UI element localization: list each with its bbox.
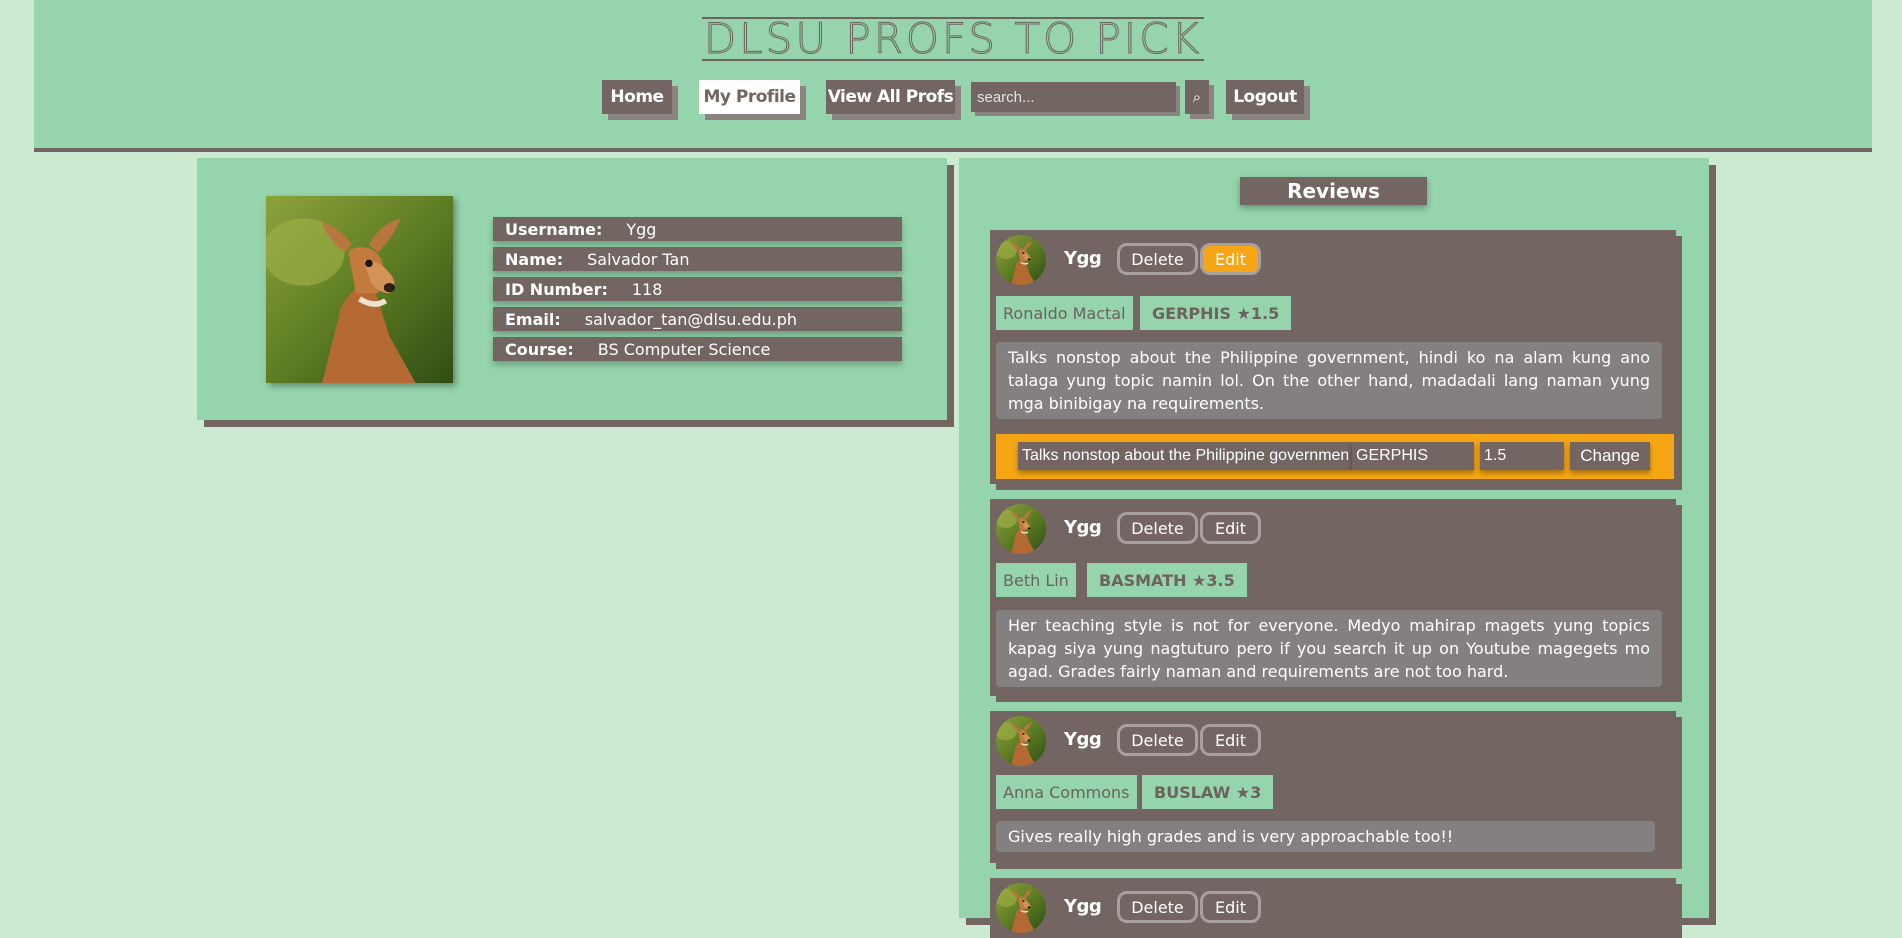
- course-rating-tag: GERPHIS ★1.5: [1140, 296, 1292, 330]
- edit-review-button[interactable]: Edit: [1200, 724, 1261, 756]
- delete-review-button[interactable]: Delete: [1117, 891, 1198, 923]
- professor-tag[interactable]: Anna Commons: [996, 775, 1137, 809]
- profile-username-row: Username: Ygg: [493, 217, 902, 241]
- review-text: Gives really high grades and is very app…: [996, 821, 1655, 852]
- review-card: Ygg Delete Edit Anna Commons BUSLAW ★3 G…: [990, 711, 1676, 863]
- edit-review-button[interactable]: Edit: [1200, 891, 1261, 923]
- course-label: Course:: [505, 339, 574, 359]
- edit-review-form: Change: [996, 434, 1674, 479]
- email-label: Email:: [505, 309, 561, 329]
- reviewer-username: Ygg: [1064, 896, 1102, 917]
- edit-review-button[interactable]: Edit: [1200, 243, 1261, 275]
- professor-tag[interactable]: Beth Lin: [996, 563, 1076, 597]
- delete-review-button[interactable]: Delete: [1117, 512, 1198, 544]
- site-title: DLSU PROFS TO PICK: [34, 14, 1872, 63]
- review-text: Talks nonstop about the Philippine gover…: [996, 342, 1662, 419]
- reviewer-avatar: [996, 235, 1046, 285]
- delete-review-button[interactable]: Delete: [1117, 724, 1198, 756]
- username-label: Username:: [505, 219, 603, 239]
- search-icon: ⌕: [1192, 88, 1202, 106]
- email-value: salvador_tan@dlsu.edu.ph: [584, 309, 798, 329]
- reviews-title: Reviews: [1240, 177, 1427, 205]
- reviewer-avatar: [996, 883, 1046, 933]
- search-input[interactable]: [971, 82, 1176, 112]
- profile-card: Username: Ygg Name: Salvador Tan ID Numb…: [197, 158, 947, 420]
- name-value: Salvador Tan: [587, 249, 690, 269]
- reviewer-username: Ygg: [1064, 729, 1102, 750]
- main-nav: Home My Profile View All Profs ⌕ Logout: [34, 80, 1872, 116]
- change-button[interactable]: Change: [1570, 442, 1650, 470]
- course-value: BS Computer Science: [597, 339, 771, 359]
- nav-my-profile-button[interactable]: My Profile: [699, 80, 800, 114]
- review-card: Ygg Delete Edit Ronaldo Mactal GERPHIS ★…: [990, 230, 1676, 484]
- professor-tag[interactable]: Ronaldo Mactal: [996, 296, 1133, 330]
- logout-button[interactable]: Logout: [1226, 80, 1304, 114]
- reviewer-username: Ygg: [1064, 248, 1102, 269]
- id-number-label: ID Number:: [505, 279, 608, 299]
- reviews-panel: Reviews Ygg Delete Edit Ronaldo Mactal G…: [959, 158, 1709, 938]
- reviewer-username: Ygg: [1064, 517, 1102, 538]
- reviewer-avatar: [996, 716, 1046, 766]
- review-text: Her teaching style is not for everyone. …: [996, 610, 1662, 687]
- profile-avatar: [266, 196, 453, 383]
- profile-course-row: Course: BS Computer Science: [493, 337, 902, 361]
- site-header: DLSU PROFS TO PICK Home My Profile View …: [34, 0, 1872, 152]
- profile-email-row: Email: salvador_tan@dlsu.edu.ph: [493, 307, 902, 331]
- id-number-value: 118: [631, 279, 663, 299]
- edit-review-text-input[interactable]: [1018, 442, 1352, 470]
- course-rating-tag: BUSLAW ★3: [1142, 775, 1274, 809]
- delete-review-button[interactable]: Delete: [1117, 243, 1198, 275]
- username-value: Ygg: [626, 219, 657, 239]
- course-rating-tag: BASMATH ★3.5: [1087, 563, 1247, 597]
- edit-review-button[interactable]: Edit: [1200, 512, 1261, 544]
- review-card: Ygg Delete Edit: [990, 878, 1676, 938]
- reviewer-avatar: [996, 504, 1046, 554]
- profile-id-row: ID Number: 118: [493, 277, 902, 301]
- nav-view-all-profs-button[interactable]: View All Profs: [826, 80, 955, 114]
- review-card: Ygg Delete Edit Beth Lin BASMATH ★3.5 He…: [990, 499, 1676, 696]
- site-title-text: DLSU PROFS TO PICK: [701, 14, 1205, 63]
- edit-rating-input[interactable]: [1480, 442, 1564, 470]
- nav-home-button[interactable]: Home: [602, 80, 672, 114]
- name-label: Name:: [505, 249, 564, 269]
- edit-course-input[interactable]: [1352, 442, 1474, 470]
- profile-name-row: Name: Salvador Tan: [493, 247, 902, 271]
- search-button[interactable]: ⌕: [1185, 80, 1209, 114]
